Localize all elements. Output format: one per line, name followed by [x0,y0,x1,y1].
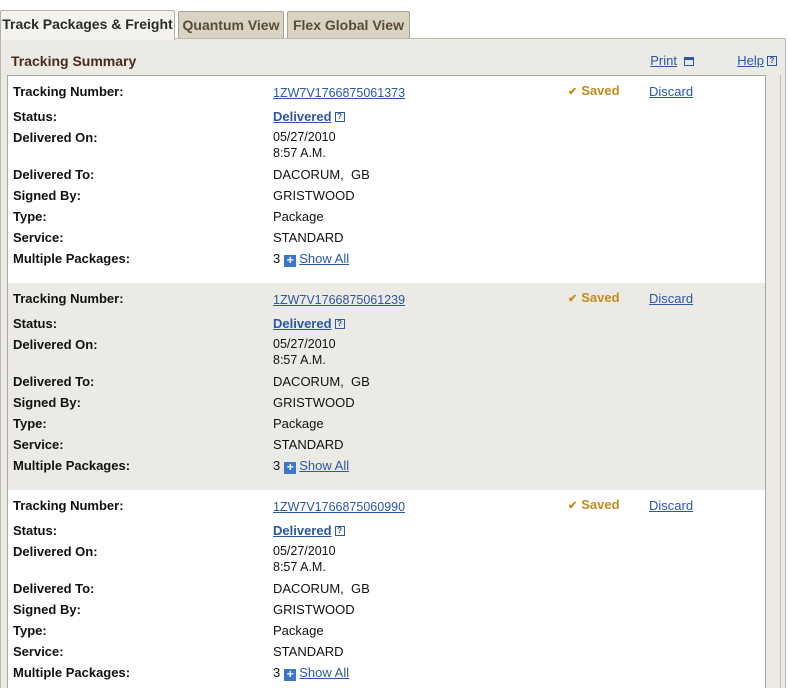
delivered-to-value: DACORUM, GB [273,167,370,182]
delivered-time: 8:57 A.M. [273,146,326,160]
help-icon[interactable]: ? [767,56,777,66]
delivered-time: 8:57 A.M. [273,560,326,574]
print-link-wrap: Print [650,53,694,68]
status-link[interactable]: Delivered [273,316,332,331]
checkmark-icon: ✔ [568,500,578,512]
signed-by-value: GRISTWOOD [273,188,355,203]
status-help-icon[interactable]: ? [334,526,345,536]
service-label: Service: [13,437,64,452]
saved-label: Saved [581,83,620,98]
delivered-on-label: Delivered On: [13,337,98,352]
type-value: Package [273,623,324,638]
status-label: Status: [13,109,58,124]
page-title: Tracking Summary [11,53,137,69]
tracking-record: Tracking Number: 1ZW7V1766875061239 ✔ Sav… [8,283,765,490]
type-label: Type: [13,209,47,224]
signed-by-value: GRISTWOOD [273,395,355,410]
service-label: Service: [13,644,64,659]
help-link[interactable]: Help [737,53,764,68]
status-link[interactable]: Delivered [273,523,332,538]
tracking-number-label: Tracking Number: [13,291,124,306]
checkmark-icon: ✔ [568,86,578,98]
expand-plus-icon[interactable]: + [284,461,297,474]
multiple-packages-label: Multiple Packages: [13,251,131,266]
delivered-to-label: Delivered To: [13,581,95,596]
type-label: Type: [13,623,47,638]
discard-link[interactable]: Discard [649,84,693,99]
delivered-to-label: Delivered To: [13,167,95,182]
show-all-link[interactable]: Show All [299,251,349,266]
delivered-to-label: Delivered To: [13,374,95,389]
tab-bar: Track Packages & Freight Quantum View Fl… [0,10,790,40]
multiple-packages-label: Multiple Packages: [13,665,131,680]
discard-link[interactable]: Discard [649,291,693,306]
tracking-number-label: Tracking Number: [13,84,124,99]
tracking-number-link[interactable]: 1ZW7V1766875061373 [273,86,405,100]
type-value: Package [273,209,324,224]
status-link[interactable]: Delivered [273,109,332,124]
package-count: 3 [273,251,281,266]
tracking-number-link[interactable]: 1ZW7V1766875061239 [273,293,405,307]
delivered-time: 8:57 A.M. [273,353,326,367]
tab-quantum-view[interactable]: Quantum View [178,11,284,39]
printer-icon[interactable] [684,57,694,66]
show-all-link[interactable]: Show All [299,458,349,473]
tracking-number-link[interactable]: 1ZW7V1766875060990 [273,500,405,514]
delivered-on-label: Delivered On: [13,130,98,145]
type-label: Type: [13,416,47,431]
saved-label: Saved [581,497,620,512]
delivered-date: 05/27/2010 [273,130,336,144]
tracking-record: Tracking Number: 1ZW7V1766875061373 ✔ Sav… [8,76,765,283]
tracking-number-label: Tracking Number: [13,498,124,513]
service-value: STANDARD [273,230,344,245]
signed-by-label: Signed By: [13,188,81,203]
tab-flex-global-view[interactable]: Flex Global View [287,11,410,39]
signed-by-value: GRISTWOOD [273,602,355,617]
status-help-icon[interactable]: ? [334,319,345,329]
expand-plus-icon[interactable]: + [284,668,297,681]
service-label: Service: [13,230,64,245]
print-link[interactable]: Print [650,53,677,68]
signed-by-label: Signed By: [13,602,81,617]
status-label: Status: [13,523,58,538]
status-help-icon[interactable]: ? [334,112,345,122]
multiple-packages-label: Multiple Packages: [13,458,131,473]
delivered-date: 05/27/2010 [273,337,336,351]
saved-label: Saved [581,290,620,305]
delivered-to-value: DACORUM, GB [273,374,370,389]
tab-track-packages-freight[interactable]: Track Packages & Freight [0,10,175,40]
delivered-on-label: Delivered On: [13,544,98,559]
delivered-to-value: DACORUM, GB [273,581,370,596]
signed-by-label: Signed By: [13,395,81,410]
saved-indicator: ✔ Saved [568,83,620,98]
delivered-date: 05/27/2010 [273,544,336,558]
type-value: Package [273,416,324,431]
service-value: STANDARD [273,437,344,452]
scrollbar-edge [780,75,781,688]
help-link-wrap: Help? [737,53,777,68]
status-label: Status: [13,316,58,331]
show-all-link[interactable]: Show All [299,665,349,680]
expand-plus-icon[interactable]: + [284,254,297,267]
checkmark-icon: ✔ [568,293,578,305]
saved-indicator: ✔ Saved [568,290,620,305]
discard-link[interactable]: Discard [649,498,693,513]
service-value: STANDARD [273,644,344,659]
package-count: 3 [273,458,281,473]
tracking-results-list: Tracking Number: 1ZW7V1766875061373 ✔ Sav… [7,75,766,688]
tracking-record: Tracking Number: 1ZW7V1766875060990 ✔ Sav… [8,490,765,688]
package-count: 3 [273,665,281,680]
saved-indicator: ✔ Saved [568,497,620,512]
tracking-summary-panel: Tracking Summary Print Help? Tracking Nu… [0,38,786,688]
